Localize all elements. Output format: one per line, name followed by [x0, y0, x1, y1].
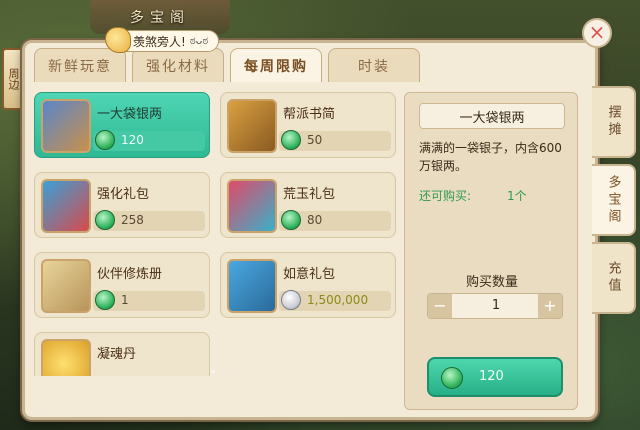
- item-price: 120: [121, 133, 144, 147]
- book-icon: [41, 259, 91, 313]
- item-price: 80: [307, 213, 323, 227]
- remaining-label: 还可购买:: [419, 189, 472, 203]
- lantern-menu-button[interactable]: 周边: [2, 48, 24, 110]
- soul-pill-icon: [41, 339, 91, 376]
- item-card[interactable]: 如意礼包 1,500,000: [220, 252, 396, 318]
- item-price: 1: [121, 293, 129, 307]
- jade-icon: [281, 130, 301, 150]
- scroll-icon: [227, 99, 277, 153]
- silver-icon: [281, 290, 301, 310]
- silver-bag-icon: [41, 99, 91, 153]
- item-card[interactable]: 荒玉礼包 80: [220, 172, 396, 238]
- gift-bag-icon: [227, 179, 277, 233]
- jade-icon: [95, 290, 115, 310]
- item-price: 1,500,000: [307, 293, 369, 307]
- item-name: 凝魂丹: [97, 347, 137, 362]
- jade-icon: [441, 367, 463, 389]
- quantity-label: 购买数量: [465, 275, 518, 290]
- jade-icon: [95, 210, 115, 230]
- ruyi-bag-icon: [227, 259, 277, 313]
- side-tab-recharge[interactable]: 充值: [592, 242, 636, 314]
- item-name: 帮派书简: [283, 107, 336, 122]
- scroll-down-indicator: ⌄: [208, 362, 219, 376]
- quantity-value[interactable]: 1: [452, 294, 540, 318]
- detail-description: 满满的一袋银子，内含600万银两。: [419, 141, 562, 173]
- item-card[interactable]: 强化礼包 258: [34, 172, 210, 238]
- item-card[interactable]: 凝魂丹: [34, 332, 210, 376]
- gift-bag-icon: [41, 179, 91, 233]
- item-grid: 一大袋银两 120 帮派书简 50 强化礼包 258 荒玉礼包 80 伙伴修炼册…: [34, 92, 396, 376]
- buy-button[interactable]: 120: [427, 357, 563, 397]
- jade-icon: [281, 210, 301, 230]
- tab-weekly-limited[interactable]: 每周限购: [230, 48, 322, 82]
- item-price: 50: [307, 133, 323, 147]
- close-button[interactable]: ×: [582, 18, 612, 48]
- item-card[interactable]: 帮派书简 50: [220, 92, 396, 158]
- notice-text: 羡煞旁人!: [133, 34, 186, 49]
- item-card[interactable]: 伙伴修炼册 1: [34, 252, 210, 318]
- tab-fashion[interactable]: 时装: [328, 48, 420, 82]
- item-name: 强化礼包: [97, 187, 150, 202]
- remaining-value: 1个: [507, 189, 527, 203]
- quantity-stepper: − 1 +: [427, 293, 563, 319]
- side-tab-stall[interactable]: 摆摊: [592, 86, 636, 158]
- tab-novelties[interactable]: 新鲜玩意: [34, 48, 126, 82]
- tab-enhance-materials[interactable]: 强化材料: [132, 48, 224, 82]
- item-name: 荒玉礼包: [283, 187, 336, 202]
- item-name: 伙伴修炼册: [97, 267, 163, 282]
- pointing-hand-icon: [105, 27, 131, 53]
- jade-icon: [95, 130, 115, 150]
- quantity-plus-button[interactable]: +: [538, 294, 562, 318]
- quantity-minus-button[interactable]: −: [428, 294, 452, 318]
- notice-bubble: 羡煞旁人! ಠᴗಠ: [105, 27, 220, 53]
- item-price: 258: [121, 213, 144, 227]
- side-tab-treasure-shop[interactable]: 多宝阁: [592, 164, 636, 236]
- item-card[interactable]: 一大袋银两 120: [34, 92, 210, 158]
- notice-emote: ಠᴗಠ: [189, 34, 209, 47]
- detail-title: 一大袋银两: [419, 103, 565, 129]
- item-name: 一大袋银两: [97, 107, 163, 122]
- category-tabs: 新鲜玩意 强化材料 每周限购 时装: [34, 48, 420, 82]
- item-name: 如意礼包: [283, 267, 336, 282]
- item-detail-panel: 一大袋银两 满满的一袋银子，内含600万银两。 还可购买: 1个 购买数量 − …: [404, 92, 578, 410]
- buy-price: 120: [479, 369, 504, 384]
